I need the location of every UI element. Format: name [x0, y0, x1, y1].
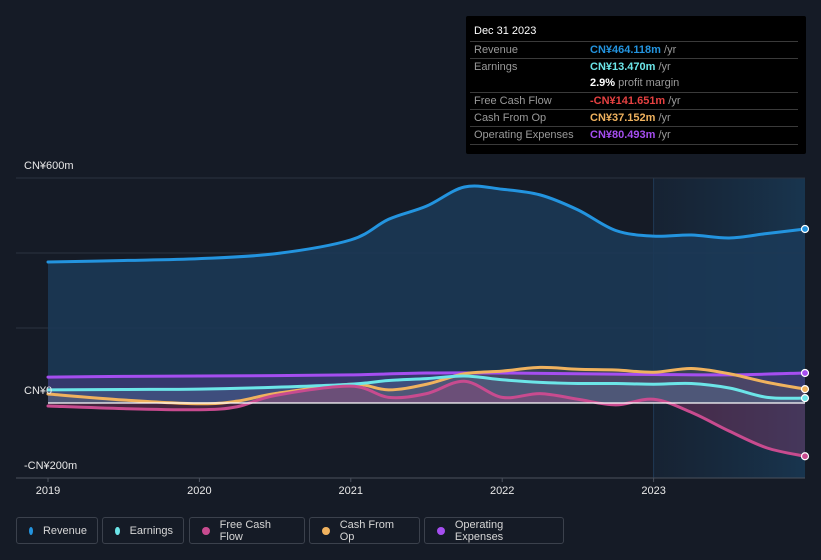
legend-operating-expenses[interactable]: Operating Expenses: [424, 517, 564, 544]
y-tick-0: CN¥0: [24, 385, 53, 397]
tooltip-value: CN¥37.152m /yr: [590, 112, 671, 124]
cash-from-op-endpoint: [800, 385, 810, 394]
x-tick-label: 2022: [489, 485, 515, 497]
legend-revenue[interactable]: Revenue: [16, 517, 98, 544]
y-tick-neg200: -CN¥200m: [24, 460, 78, 472]
tooltip-value-text: CN¥80.493m: [590, 129, 656, 141]
x-tick-label: 2023: [641, 485, 666, 497]
free-cash-flow-endpoint: [800, 452, 810, 461]
legend-label: Operating Expenses: [454, 518, 504, 543]
tooltip-row-earnings: Earnings CN¥13.470m /yr: [470, 58, 798, 76]
tooltip-label: Revenue: [474, 44, 519, 56]
operating-expenses-endpoint: [800, 368, 810, 378]
tooltip-label: Earnings: [474, 61, 518, 73]
revenue-endpoint: [800, 224, 810, 234]
tooltip-label: Cash From Op: [474, 112, 547, 124]
revenue-dot-icon: [29, 526, 33, 535]
tooltip-row-free-cash-flow: Free Cash Flow -CN¥141.651m /yr: [470, 92, 798, 110]
tooltip-date: Dec 31 2023: [474, 25, 537, 37]
x-axis: [16, 477, 805, 482]
tooltip-value: CN¥464.118m /yr: [590, 44, 676, 56]
earnings-dot-icon: [115, 526, 120, 535]
profit-margin-value: 2.9%: [590, 77, 616, 89]
legend-cash-from-op[interactable]: Cash From Op: [309, 517, 420, 544]
legend-free-cash-flow[interactable]: Free Cash Flow: [189, 517, 305, 544]
earnings-endpoint: [800, 394, 810, 403]
tooltip-value: CN¥80.493m /yr: [590, 129, 671, 141]
cash-from-op-dot-icon: [322, 526, 330, 535]
free-cash-flow-dot-icon: [202, 526, 210, 535]
tooltip-unit: /yr: [655, 61, 671, 73]
tooltip-value: CN¥13.470m /yr: [590, 61, 671, 73]
legend-label: Revenue: [42, 524, 87, 537]
tooltip-unit: /yr: [655, 112, 671, 124]
y-tick-600: CN¥600m: [24, 160, 74, 172]
x-tick-label: 2020: [187, 485, 212, 497]
tooltip-value-text: -CN¥141.651m: [590, 95, 666, 107]
tooltip-row-cash-from-op: Cash From Op CN¥37.152m /yr: [470, 109, 798, 127]
tooltip-label: Free Cash Flow: [474, 95, 552, 107]
tooltip-unit: /yr: [665, 95, 681, 107]
legend-label: Cash From Op: [339, 518, 395, 543]
tooltip-unit: /yr: [655, 129, 671, 141]
tooltip-row-revenue: Revenue CN¥464.118m /yr: [470, 41, 798, 59]
tooltip-value-text: CN¥13.470m: [590, 61, 656, 73]
operating-expenses-dot-icon: [437, 526, 445, 535]
tooltip-row-profit-margin: 2.9% profit margin: [470, 75, 798, 92]
tooltip-row-operating-expenses: Operating Expenses CN¥80.493m /yr: [470, 126, 798, 145]
x-tick-label: 2019: [35, 485, 61, 497]
tooltip-value-text: CN¥464.118m: [590, 44, 661, 56]
legend-earnings[interactable]: Earnings: [102, 517, 184, 544]
tooltip-label: Operating Expenses: [474, 129, 574, 141]
legend-label: Earnings: [129, 524, 173, 537]
profit-margin-text: profit margin: [615, 77, 680, 89]
tooltip-value-text: CN¥37.152m: [590, 112, 656, 124]
tooltip: Dec 31 2023 Revenue CN¥464.118m /yr Earn…: [466, 16, 806, 154]
tooltip-unit: /yr: [660, 44, 677, 56]
legend-label: Free Cash Flow: [219, 518, 272, 543]
x-tick-label: 2021: [338, 485, 364, 497]
tooltip-value: 2.9% profit margin: [590, 77, 679, 89]
tooltip-value: -CN¥141.651m /yr: [590, 95, 681, 107]
